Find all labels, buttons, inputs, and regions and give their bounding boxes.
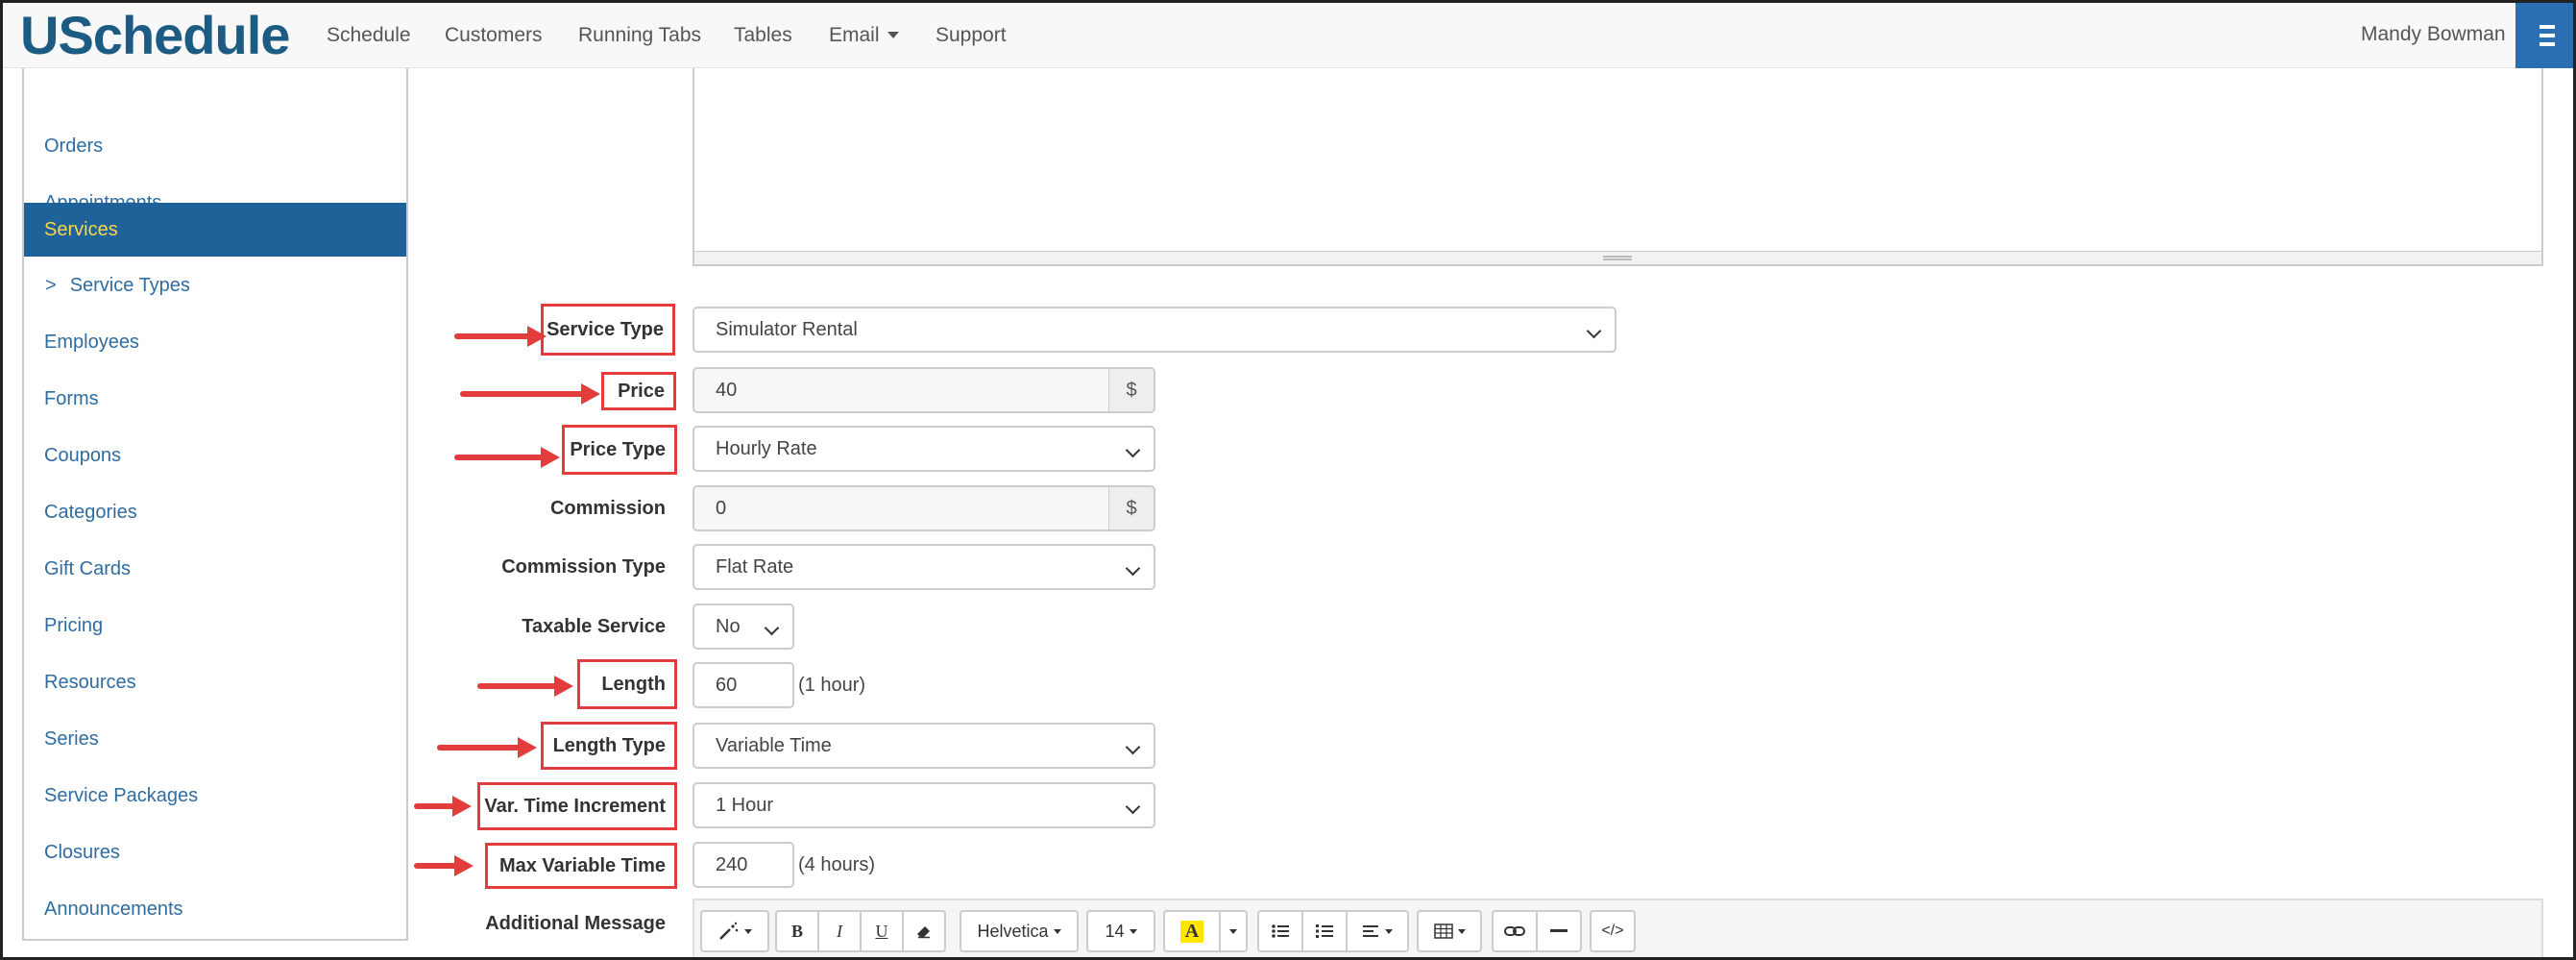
clear-format-button[interactable] (902, 910, 946, 952)
underline-button[interactable]: U (860, 910, 904, 952)
user-menu[interactable]: Mandy Bowman (2361, 23, 2506, 46)
sidebar-item-orders[interactable]: Orders (24, 118, 406, 175)
text-color-button[interactable]: A (1163, 910, 1221, 952)
length-input[interactable]: 60 (693, 662, 794, 708)
font-family-value: Helvetica (977, 921, 1049, 941)
chevron-right-icon: > (45, 275, 57, 296)
font-family-dropdown[interactable]: Helvetica (960, 910, 1079, 952)
font-size-dropdown[interactable]: 14 (1086, 910, 1155, 952)
dollar-addon: $ (1109, 367, 1155, 413)
max-variable-time-label: Max Variable Time (485, 843, 677, 889)
price-type-select[interactable]: Hourly Rate (693, 426, 1155, 472)
bullet-list-button[interactable] (1257, 910, 1303, 952)
annotation-arrow (477, 676, 573, 697)
var-time-increment-select[interactable]: 1 Hour (693, 782, 1155, 828)
paragraph-align-dropdown[interactable] (1346, 910, 1409, 952)
annotation-arrow (454, 447, 560, 468)
sidebar-item-services[interactable]: Services (24, 203, 406, 257)
sidebar-item-closures[interactable]: Closures (24, 825, 406, 881)
bullet-list-icon (1272, 924, 1289, 938)
var-time-increment-label: Var. Time Increment (477, 782, 677, 830)
hamburger-icon[interactable] (2515, 3, 2573, 68)
horizontal-rule-button[interactable] (1536, 910, 1582, 952)
minus-icon (1550, 929, 1567, 932)
numbered-list-button[interactable] (1301, 910, 1348, 952)
sidebar-item-coupons[interactable]: Coupons (24, 428, 406, 484)
dollar-addon: $ (1109, 485, 1155, 531)
annotation-arrow (460, 383, 600, 405)
commission-type-select[interactable]: Flat Rate (693, 544, 1155, 590)
max-variable-time-input[interactable]: 240 (693, 842, 794, 888)
text-color-dropdown[interactable] (1219, 910, 1248, 952)
description-editor[interactable] (693, 68, 2543, 266)
editor-resize-handle[interactable] (694, 251, 2541, 264)
taxable-service-label: Taxable Service (522, 615, 666, 637)
length-type-label: Length Type (541, 722, 677, 770)
sidebar-item-service-packages[interactable]: Service Packages (24, 768, 406, 825)
sidebar-item-service-types[interactable]: > Service Types (24, 258, 406, 314)
sidebar-item-resources[interactable]: Resources (24, 654, 406, 711)
price-type-label: Price Type (562, 425, 677, 475)
nav-schedule[interactable]: Schedule (327, 23, 411, 48)
service-type-label: Service Type (541, 304, 675, 356)
commission-input[interactable]: 0 (693, 485, 1110, 531)
align-left-icon (1362, 925, 1378, 937)
length-type-select[interactable]: Variable Time (693, 723, 1155, 769)
annotation-arrow (454, 326, 547, 347)
italic-button[interactable]: I (817, 910, 862, 952)
commission-label: Commission (549, 497, 666, 519)
price-label: Price (601, 372, 676, 410)
max-variable-time-help-text: (4 hours) (798, 853, 876, 875)
annotation-arrow (414, 855, 474, 876)
eraser-icon (917, 926, 930, 939)
caret-down-icon (887, 32, 899, 38)
app-window: USchedule Schedule Customers Running Tab… (0, 0, 2576, 960)
magic-wand-icon (718, 922, 738, 940)
numbered-list-icon (1316, 924, 1333, 938)
length-help-text: (1 hour) (798, 674, 866, 696)
code-view-button[interactable]: </> (1590, 910, 1636, 952)
bold-button[interactable]: B (775, 910, 819, 952)
brand-logo[interactable]: USchedule (20, 7, 290, 64)
annotation-arrow (414, 796, 472, 817)
nav-running-tabs[interactable]: Running Tabs (578, 23, 701, 48)
sidebar-item-categories[interactable]: Categories (24, 484, 406, 541)
commission-type-label: Commission Type (501, 555, 666, 578)
price-input[interactable]: 40 (693, 367, 1110, 413)
nav-email[interactable]: Email (829, 23, 899, 48)
service-type-select[interactable]: Simulator Rental (693, 307, 1616, 353)
sidebar-item-gift-cards[interactable]: Gift Cards (24, 541, 406, 598)
additional-message-label: Additional Message (485, 912, 666, 934)
table-icon (1433, 923, 1453, 939)
sidebar-item-pricing[interactable]: Pricing (24, 598, 406, 654)
nav-email-label: Email (829, 24, 880, 46)
grip-icon (1603, 256, 1632, 260)
annotation-arrow (437, 737, 537, 758)
sidebar: Orders Appointments Services >Service Ty… (22, 68, 408, 941)
length-label: Length (577, 659, 677, 709)
nav-tables[interactable]: Tables (734, 23, 792, 48)
font-size-value: 14 (1105, 921, 1125, 941)
nav-customers[interactable]: Customers (445, 23, 543, 48)
taxable-service-select[interactable]: No (693, 603, 794, 650)
sidebar-item-forms[interactable]: Forms (24, 371, 406, 428)
top-navbar: USchedule Schedule Customers Running Tab… (3, 3, 2573, 68)
sidebar-item-label: Service Types (69, 275, 190, 296)
link-button[interactable] (1492, 910, 1538, 952)
rich-text-toolbar: B I U Helvetica 14 A </> (693, 898, 2543, 957)
table-dropdown[interactable] (1417, 910, 1482, 952)
link-icon (1504, 926, 1525, 936)
nav-support[interactable]: Support (936, 23, 1007, 48)
magic-style-button[interactable] (700, 910, 769, 952)
color-a-icon: A (1179, 920, 1204, 943)
sidebar-item-announcements[interactable]: Announcements (24, 881, 406, 938)
sidebar-item-employees[interactable]: Employees (24, 314, 406, 371)
sidebar-item-series[interactable]: Series (24, 711, 406, 768)
